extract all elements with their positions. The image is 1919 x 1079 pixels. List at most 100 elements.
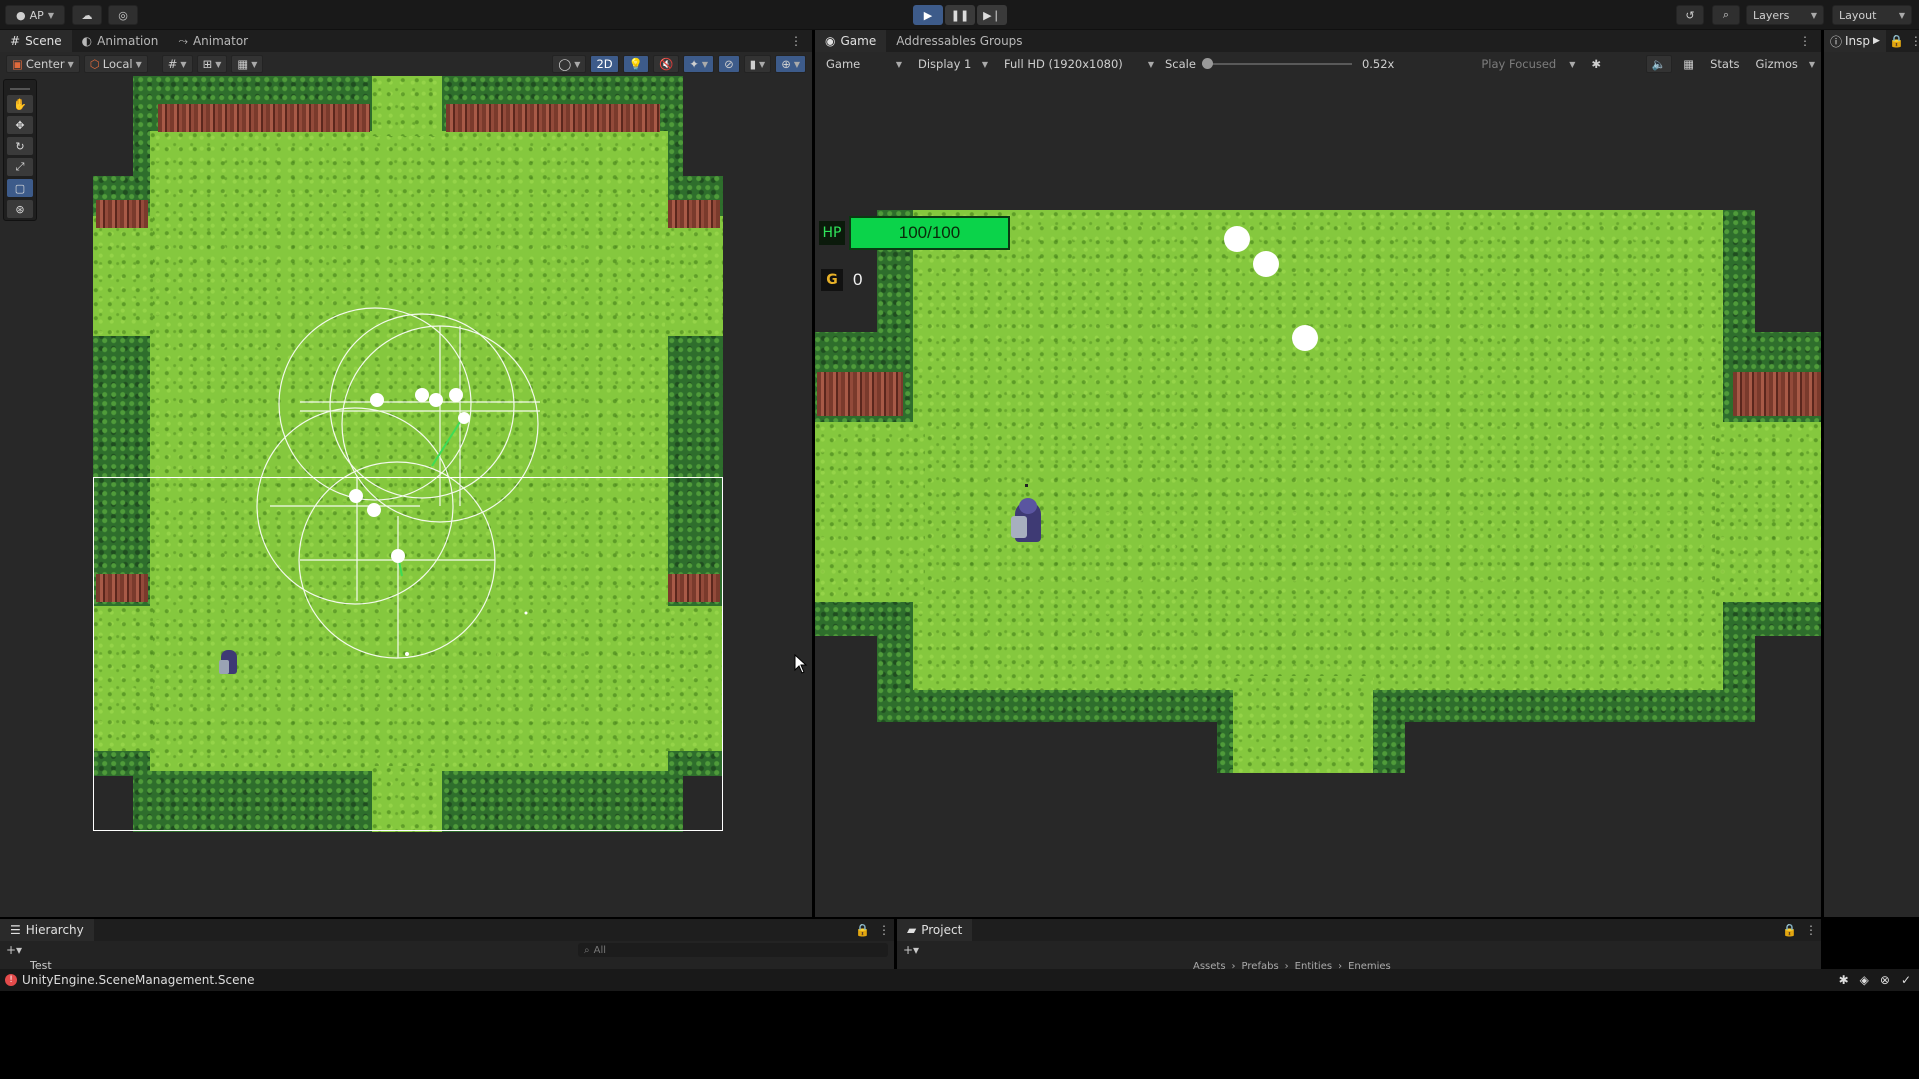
project-menu-button[interactable]: ⋮ — [1801, 919, 1821, 941]
tab-scene-label: Scene — [25, 34, 62, 48]
play-icon: ▶ — [923, 8, 933, 22]
tab-scene[interactable]: # Scene — [0, 30, 72, 52]
gizmos-dropdown[interactable]: ⊕ ▼ — [775, 55, 806, 73]
play-mode-select[interactable]: Play Focused ▼ — [1476, 55, 1580, 73]
breadcrumb-item[interactable]: Assets — [1193, 961, 1226, 969]
tab-game[interactable]: ◉ Game — [815, 30, 887, 52]
view-select-label: Game — [826, 57, 861, 71]
play-button[interactable]: ▶ — [913, 5, 943, 25]
globe-icon: ⊕ — [781, 57, 791, 71]
sphere-icon: ◯ — [558, 57, 572, 71]
network-icon[interactable]: ⊗ — [1880, 973, 1890, 987]
breadcrumb-item[interactable]: Entities — [1295, 961, 1332, 969]
hierarchy-search-placeholder: All — [593, 944, 607, 956]
transform-tool-button[interactable]: ⊛ — [7, 200, 33, 218]
collab-button[interactable]: ◎ — [108, 5, 138, 25]
check-icon[interactable]: ✓ — [1901, 973, 1911, 987]
mute-audio-toggle[interactable]: 🔈 — [1645, 55, 1673, 73]
status-bar[interactable]: ! UnityEngine.SceneManagement.Scene ✱ ◈ … — [0, 969, 1919, 991]
grid-visibility-button[interactable]: ▦ ▼ — [231, 55, 264, 73]
effects-toggle[interactable]: ✦ ▼ — [683, 55, 715, 73]
player-sprite[interactable] — [215, 646, 241, 680]
project-lock-button[interactable]: 🔒 — [1778, 919, 1801, 941]
breadcrumb-item[interactable]: Enemies — [1348, 961, 1391, 969]
rotate-tool-button[interactable]: ↻ — [7, 137, 33, 155]
search-icon: ⌕ — [1722, 8, 1730, 21]
undo-history-button[interactable]: ↺ — [1676, 5, 1704, 25]
gizmos-toggle[interactable]: Gizmos — [1750, 55, 1802, 73]
scene-viewport[interactable] — [0, 76, 812, 917]
game-menu-button[interactable]: ⋮ — [1789, 30, 1821, 52]
move-tool-button[interactable]: ✥ — [7, 116, 33, 134]
kebab-icon: ⋮ — [790, 34, 802, 48]
inspector-menu-button[interactable]: ⋮ — [1907, 30, 1919, 52]
chevron-down-icon: ▼ — [215, 59, 222, 69]
tab-animation[interactable]: ◐ Animation — [72, 30, 169, 52]
play-mode-label: Play Focused — [1481, 57, 1557, 71]
shading-mode-button[interactable]: ◯ ▼ — [552, 55, 587, 73]
hierarchy-search-input[interactable]: ⌕ All — [578, 943, 888, 957]
display-select[interactable]: Display 1 ▼ — [913, 55, 993, 73]
hand-tool-button[interactable]: ✋ — [7, 95, 33, 113]
layers-dropdown[interactable]: Layers ▼ — [1746, 5, 1824, 25]
enemy-orb — [349, 489, 363, 503]
search-icon: ⌕ — [584, 944, 590, 956]
game-viewport[interactable]: HP 100/100 G 0 — [815, 76, 1821, 917]
pause-button[interactable]: ❚❚ — [945, 5, 975, 25]
camera-dropdown[interactable]: ▮ ▼ — [743, 55, 772, 73]
scale-tool-button[interactable]: ⤢ — [7, 158, 33, 176]
lighting-toggle[interactable]: 💡 — [622, 55, 649, 73]
bug-icon[interactable]: ✱ — [1839, 973, 1849, 987]
bug-toggle[interactable]: ✱ — [1586, 55, 1606, 73]
view-select[interactable]: Game ▼ — [821, 55, 907, 73]
tab-hierarchy[interactable]: ☰ Hierarchy — [0, 919, 94, 941]
account-label: AP — [29, 8, 44, 22]
kebab-icon: ⋮ — [1909, 34, 1919, 48]
inspector-lock-button[interactable]: 🔒 — [1886, 30, 1907, 52]
tab-project[interactable]: ▰ Project — [897, 919, 973, 941]
step-button[interactable]: ▶❘ — [977, 5, 1007, 25]
audio-toggle[interactable]: 🔇 — [652, 55, 680, 73]
pivot-dropdown[interactable]: ▣ Center ▼ — [6, 55, 80, 73]
chevron-down-icon: ▼ — [981, 59, 988, 69]
resolution-select[interactable]: Full HD (1920x1080) ▼ — [999, 55, 1159, 73]
tab-animator[interactable]: ⤳ Animator — [168, 30, 258, 52]
tab-inspector[interactable]: ⓘ Insp ▶ — [1824, 30, 1886, 52]
layout-dropdown[interactable]: Layout ▼ — [1832, 5, 1912, 25]
tab-hierarchy-label: Hierarchy — [25, 923, 84, 937]
tab-addressables-groups[interactable]: Addressables Groups — [886, 30, 1032, 52]
rect-tool-button[interactable]: ▢ — [7, 179, 33, 197]
enemy-orb — [1253, 251, 1279, 277]
breadcrumb-item[interactable]: Prefabs — [1242, 961, 1279, 969]
player-sprite[interactable] — [1005, 484, 1049, 546]
add-button[interactable]: +▾ — [903, 943, 919, 957]
cache-icon[interactable]: ◈ — [1860, 973, 1869, 987]
tool-palette-handle[interactable] — [10, 88, 30, 90]
account-dropdown[interactable]: ● AP ▼ — [5, 5, 65, 25]
scene-menu-button[interactable]: ⋮ — [780, 30, 812, 52]
chevron-down-icon: ▼ — [1898, 10, 1905, 20]
enemy-orb — [370, 393, 384, 407]
search-button[interactable]: ⌕ — [1712, 5, 1740, 25]
space-dropdown[interactable]: ⬡ Local ▼ — [83, 55, 148, 73]
scene-gizmos — [93, 307, 723, 831]
tab-project-label: Project — [921, 923, 963, 937]
main-toolbar: ● AP ▼ ☁ ◎ ▶ ❚❚ ▶❘ ↺ ⌕ Layers ▼ Layout ▼ — [0, 0, 1919, 30]
hidden-objects-toggle[interactable]: ⊘ — [718, 55, 740, 73]
stats-toggle[interactable]: Stats — [1705, 55, 1744, 73]
grid-toggle[interactable]: ▦ — [1678, 55, 1699, 73]
grid-snap-button[interactable]: # ▼ — [161, 55, 193, 73]
hierarchy-lock-button[interactable]: 🔒 — [851, 919, 874, 941]
scale-slider[interactable] — [1201, 58, 1352, 70]
hierarchy-menu-button[interactable]: ⋮ — [874, 919, 894, 941]
chevron-down-icon[interactable]: ▼ — [1809, 60, 1815, 69]
gamepad-icon: ◉ — [825, 34, 836, 48]
hierarchy-item-root[interactable]: Test — [30, 959, 52, 969]
cloud-button[interactable]: ☁ — [72, 5, 102, 25]
increment-snap-button[interactable]: ⊞ ▼ — [196, 55, 228, 73]
enemy-orb — [449, 388, 463, 402]
mode-2d-toggle[interactable]: 2D — [590, 55, 619, 73]
add-button[interactable]: +▾ — [6, 943, 22, 957]
scale-slider-thumb[interactable] — [1201, 58, 1213, 69]
display-select-label: Display 1 — [918, 57, 972, 71]
